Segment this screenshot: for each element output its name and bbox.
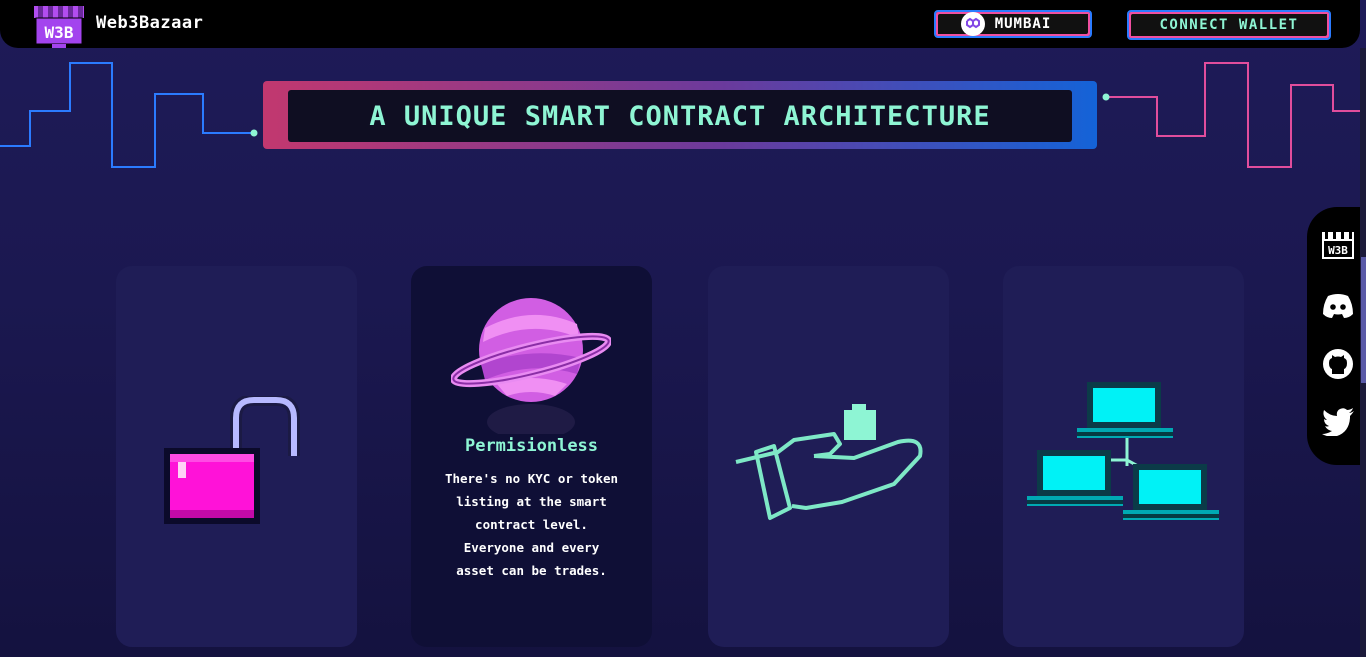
headline-banner: A UNIQUE SMART CONTRACT ARCHITECTURE — [288, 90, 1072, 142]
discord-icon[interactable] — [1321, 289, 1355, 323]
feature-card-3[interactable] — [708, 266, 949, 647]
card-description-line: Everyone and every — [463, 540, 600, 555]
planet-icon — [451, 298, 611, 434]
polygon-icon — [960, 12, 985, 36]
network-selector-button[interactable]: MUMBAI — [934, 10, 1092, 38]
card-description-line: There's no KYC or token — [444, 471, 619, 486]
social-sidebar: W3B — [1307, 207, 1366, 465]
card-description-line: contract level. — [475, 517, 588, 532]
feature-card-4[interactable] — [1003, 266, 1244, 647]
page-title: A UNIQUE SMART CONTRACT ARCHITECTURE — [369, 100, 991, 132]
w3b-logo-icon[interactable]: W3B — [32, 4, 86, 48]
logo-text: W3B — [45, 23, 74, 42]
top-navbar: W3B Web3Bazaar MUMBAI CONNECT WALLET — [0, 0, 1360, 48]
twitter-icon[interactable] — [1321, 405, 1355, 439]
feature-card-1[interactable] — [116, 266, 357, 647]
card-description-line: asset can be trades. — [456, 563, 607, 578]
brand-name[interactable]: Web3Bazaar — [96, 13, 203, 33]
card-title: Permisionless — [464, 436, 599, 456]
hand-holding-icon — [735, 404, 923, 520]
w3b-logo-icon[interactable]: W3B — [1321, 229, 1355, 263]
connect-wallet-label: CONNECT WALLET — [1159, 17, 1299, 33]
connect-wallet-button[interactable]: CONNECT WALLET — [1127, 10, 1331, 40]
feature-card-2[interactable]: Permisionless There's no KYC or token li… — [411, 266, 652, 647]
scrollbar-thumb[interactable] — [1361, 257, 1366, 383]
card-description-line: listing at the smart — [456, 494, 607, 509]
network-label: MUMBAI — [994, 16, 1052, 32]
social-logo-text: W3B — [1328, 244, 1348, 257]
unlocked-padlock-icon — [164, 396, 300, 524]
github-icon[interactable] — [1321, 347, 1355, 381]
card-description: There's no KYC or token listing at the s… — [411, 467, 652, 582]
network-computers-icon — [1027, 382, 1219, 520]
